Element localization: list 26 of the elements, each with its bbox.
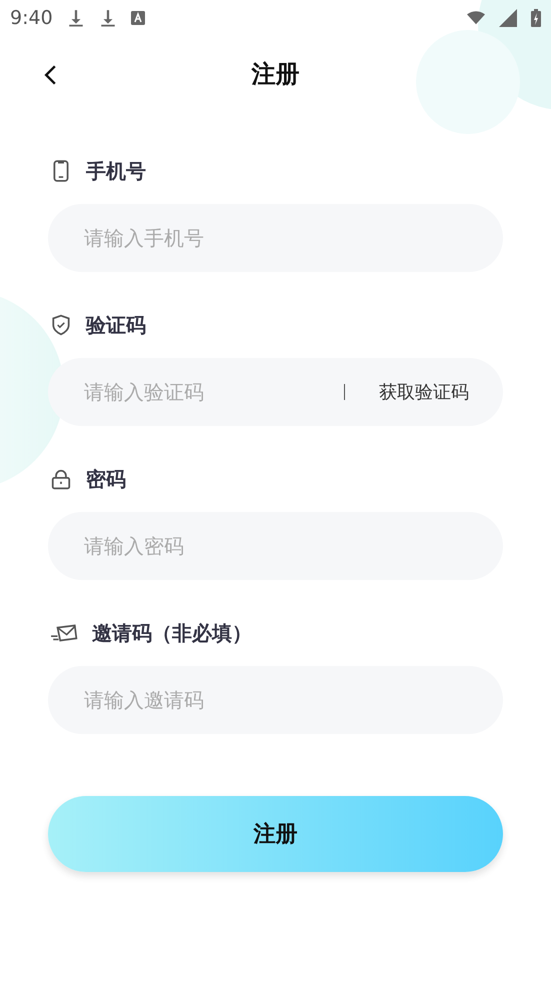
field-label: 手机号	[86, 158, 146, 184]
input-field[interactable]: 请输入验证码 获取验证码	[48, 358, 503, 426]
wifi-icon	[467, 9, 485, 27]
text-input[interactable]: 请输入验证码	[82, 379, 344, 405]
input-field[interactable]: 请输入手机号	[48, 204, 503, 272]
download-icon	[66, 9, 85, 27]
status-time: 9:40	[10, 7, 53, 29]
shield-icon	[50, 314, 72, 336]
back-icon[interactable]	[44, 64, 57, 86]
get-code-link[interactable]: 获取验证码	[379, 380, 469, 404]
page-title: 注册	[252, 59, 300, 90]
font-icon	[130, 11, 145, 25]
lock-icon	[50, 468, 72, 490]
text-input[interactable]: 请输入邀请码	[82, 687, 469, 713]
text-input[interactable]: 请输入手机号	[82, 225, 469, 251]
field-label: 邀请码（非必填）	[92, 620, 252, 646]
signal-icon	[499, 9, 517, 27]
input-field[interactable]: 请输入密码	[48, 512, 503, 580]
input-field[interactable]: 请输入邀请码	[48, 666, 503, 734]
download-icon	[98, 9, 117, 27]
field-label: 验证码	[86, 312, 146, 338]
field-label: 密码	[86, 466, 126, 492]
register-button[interactable]: 注册	[48, 796, 503, 872]
mail-icon	[50, 622, 78, 644]
battery-icon	[531, 9, 541, 27]
text-input[interactable]: 请输入密码	[82, 533, 469, 559]
